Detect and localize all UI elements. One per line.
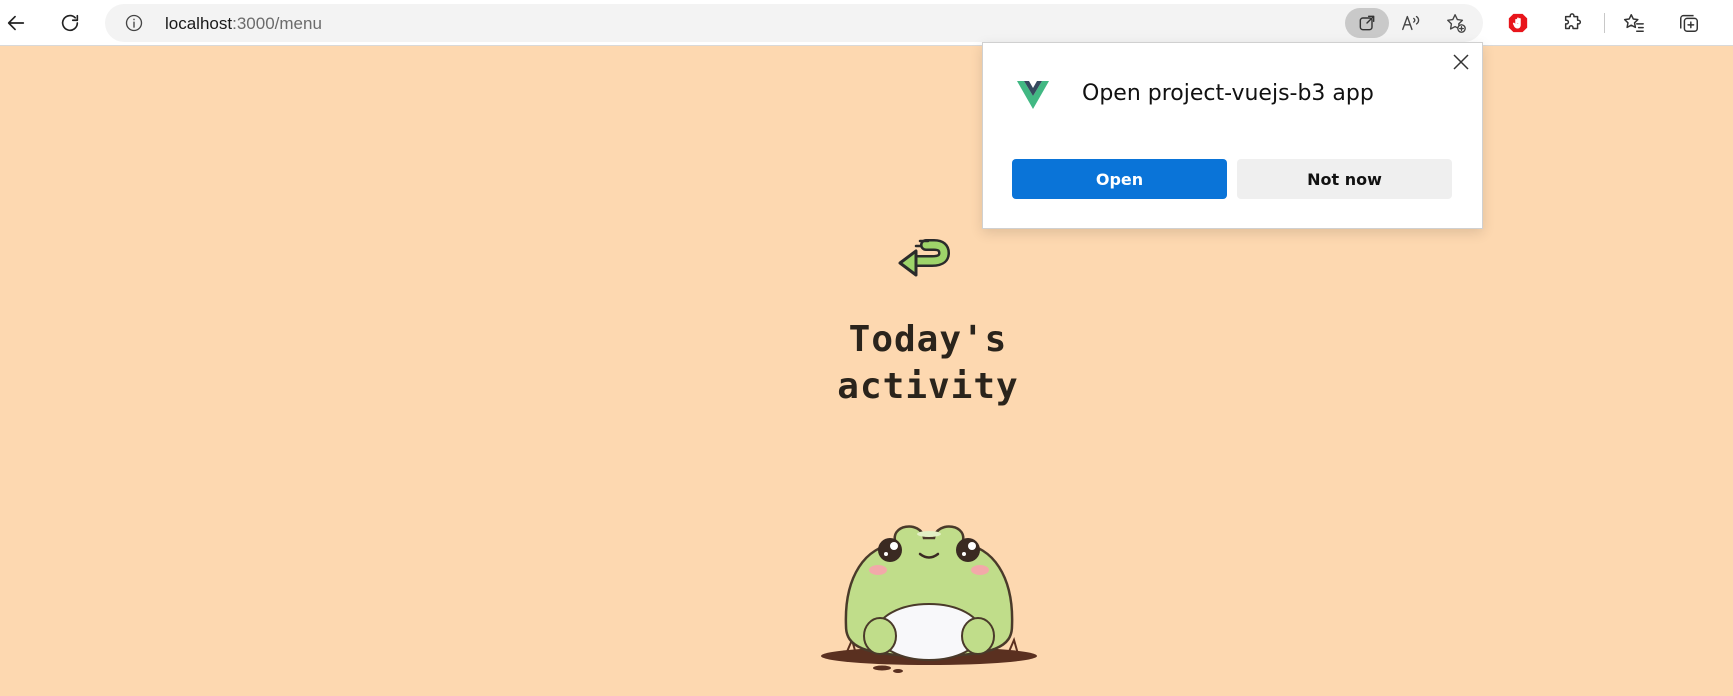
back-icon bbox=[7, 15, 25, 31]
back-arrow-button[interactable] bbox=[896, 233, 964, 287]
extensions-icon bbox=[1564, 13, 1582, 30]
read-aloud-button[interactable] bbox=[1389, 8, 1433, 38]
add-favorite-icon bbox=[1447, 14, 1466, 33]
close-icon bbox=[1453, 54, 1469, 70]
title-line-2: activity bbox=[837, 366, 1019, 407]
adblock-icon bbox=[1508, 13, 1528, 33]
extensions-button[interactable] bbox=[1557, 7, 1589, 39]
add-favorite-button[interactable] bbox=[1434, 8, 1478, 38]
info-icon bbox=[125, 14, 143, 32]
address-bar[interactable]: localhost:3000/menu bbox=[105, 4, 1483, 42]
refresh-icon bbox=[61, 14, 79, 32]
collections-button[interactable] bbox=[1673, 7, 1705, 39]
read-aloud-icon bbox=[1402, 15, 1420, 31]
collections-icon bbox=[1680, 14, 1698, 32]
popup-title: Open project-vuejs-b3 app bbox=[1082, 81, 1374, 106]
back-arrow-icon bbox=[898, 239, 951, 277]
browser-toolbar: localhost:3000/menu bbox=[0, 0, 1733, 46]
url-host: localhost bbox=[165, 14, 233, 33]
url-path: :3000/menu bbox=[232, 14, 322, 33]
favorites-button[interactable] bbox=[1618, 7, 1650, 39]
toolbar-divider bbox=[1604, 13, 1605, 33]
open-in-app-icon bbox=[1359, 15, 1375, 31]
title-line-1: Today's bbox=[848, 319, 1008, 360]
open-app-popup: Open project-vuejs-b3 app Open Not now bbox=[982, 42, 1483, 229]
adblock-button[interactable] bbox=[1502, 7, 1534, 39]
refresh-button[interactable] bbox=[54, 7, 86, 39]
open-app-button[interactable]: Open bbox=[1012, 159, 1227, 199]
vue-logo-icon bbox=[1017, 81, 1049, 109]
frog-illustration bbox=[816, 516, 1042, 676]
favorites-icon bbox=[1623, 14, 1644, 32]
popup-close-button[interactable] bbox=[1450, 51, 1472, 73]
page-title: Today's activity bbox=[800, 316, 1056, 410]
open-in-app-button[interactable] bbox=[1345, 8, 1389, 38]
back-button[interactable] bbox=[0, 7, 32, 39]
site-info-button[interactable] bbox=[123, 12, 145, 34]
url-text[interactable]: localhost:3000/menu bbox=[165, 14, 322, 34]
not-now-button[interactable]: Not now bbox=[1237, 159, 1452, 199]
frog-image bbox=[821, 525, 1037, 673]
